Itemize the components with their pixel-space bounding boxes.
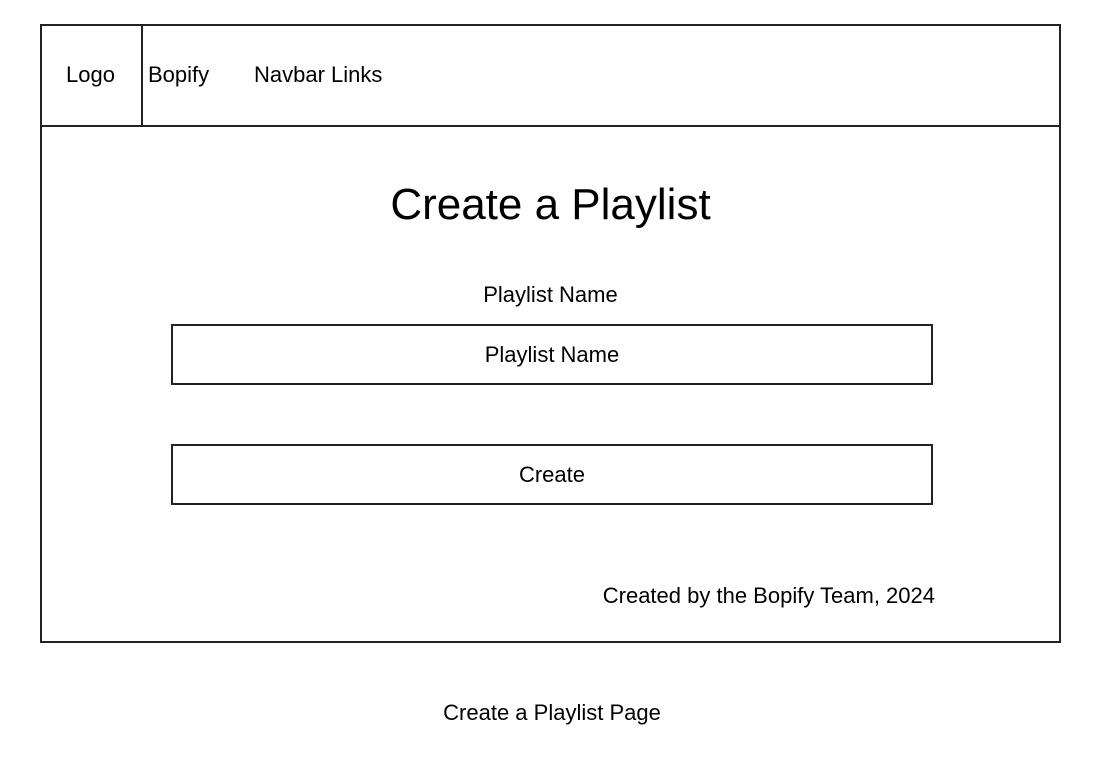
wireframe-frame: Logo Bopify Navbar Links Create a Playli…: [40, 24, 1061, 643]
logo-box[interactable]: Logo: [42, 26, 143, 125]
brand-name[interactable]: Bopify: [148, 62, 209, 88]
footer-credit: Created by the Bopify Team, 2024: [602, 583, 935, 608]
playlist-name-label: Playlist Name: [483, 282, 618, 307]
navbar: Logo Bopify Navbar Links: [42, 26, 1059, 127]
logo-label: Logo: [66, 62, 115, 87]
page-title: Create a Playlist: [390, 180, 711, 229]
playlist-name-input[interactable]: [171, 324, 933, 385]
create-button[interactable]: Create: [171, 444, 933, 505]
navbar-links[interactable]: Navbar Links: [254, 62, 382, 88]
diagram-caption: Create a Playlist Page: [443, 700, 661, 725]
